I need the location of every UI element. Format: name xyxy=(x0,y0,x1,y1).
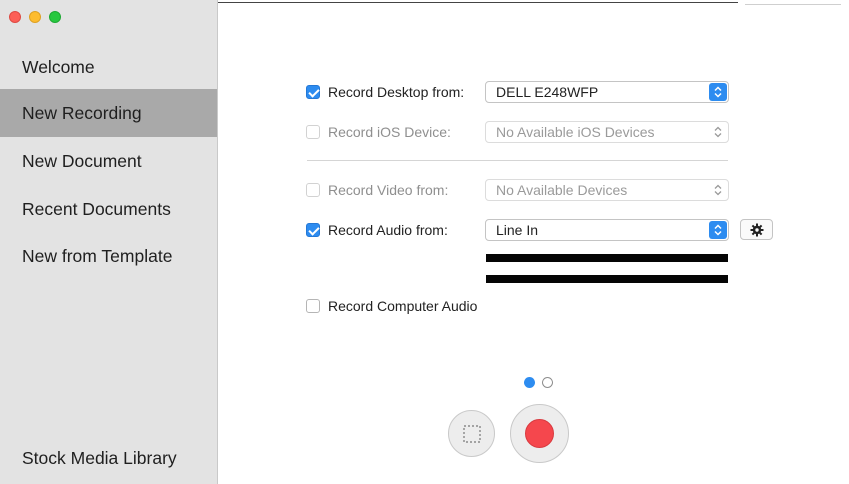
record-ios-value: No Available iOS Devices xyxy=(496,124,655,140)
record-desktop-select[interactable]: DELL E248WFP xyxy=(485,81,729,103)
record-desktop-checkbox[interactable] xyxy=(306,85,320,99)
select-arrows-icon xyxy=(709,181,727,199)
zoom-window-icon[interactable] xyxy=(49,11,61,23)
page-dot-1[interactable] xyxy=(524,377,535,388)
sidebar-item-welcome[interactable]: Welcome xyxy=(0,43,217,91)
record-video-value: No Available Devices xyxy=(496,182,628,198)
select-area-button[interactable] xyxy=(448,410,495,457)
record-ios-select: No Available iOS Devices xyxy=(485,121,729,143)
sidebar-item-new-recording[interactable]: New Recording xyxy=(0,89,217,137)
record-button[interactable] xyxy=(510,404,569,463)
record-audio-checkbox[interactable] xyxy=(306,223,320,237)
selection-area-icon xyxy=(462,424,481,443)
audio-level-meter-right xyxy=(486,275,728,283)
sidebar: Welcome New Recording New Document Recen… xyxy=(0,0,218,484)
record-computer-audio-label: Record Computer Audio xyxy=(328,298,478,314)
page-indicator xyxy=(524,377,553,388)
record-audio-row: Record Audio from: xyxy=(306,219,448,241)
window-controls xyxy=(9,11,61,23)
record-desktop-row: Record Desktop from: xyxy=(306,81,464,103)
record-desktop-value: DELL E248WFP xyxy=(496,84,599,100)
record-video-label: Record Video from: xyxy=(328,182,449,198)
record-icon xyxy=(525,419,554,448)
record-ios-label: Record iOS Device: xyxy=(328,124,451,140)
select-arrows-icon xyxy=(709,83,727,101)
record-computer-audio-row: Record Computer Audio xyxy=(306,295,477,317)
close-window-icon[interactable] xyxy=(9,11,21,23)
sidebar-item-new-from-template[interactable]: New from Template xyxy=(0,232,217,280)
audio-level-meter-left xyxy=(486,254,728,262)
page-dot-2[interactable] xyxy=(542,377,553,388)
record-computer-audio-checkbox[interactable] xyxy=(306,299,320,313)
window-top-edge xyxy=(218,2,738,3)
minimize-window-icon[interactable] xyxy=(29,11,41,23)
sidebar-item-new-document[interactable]: New Document xyxy=(0,137,217,185)
window-top-edge-right xyxy=(745,4,841,5)
record-ios-row: Record iOS Device: xyxy=(306,121,451,143)
record-ios-checkbox xyxy=(306,125,320,139)
record-audio-label: Record Audio from: xyxy=(328,222,448,238)
record-video-row: Record Video from: xyxy=(306,179,448,201)
record-audio-value: Line In xyxy=(496,222,539,238)
sidebar-item-stock-media-library[interactable]: Stock Media Library xyxy=(0,434,217,482)
gear-icon xyxy=(750,223,763,236)
section-divider xyxy=(307,160,728,161)
record-video-select: No Available Devices xyxy=(485,179,729,201)
select-arrows-icon xyxy=(709,221,727,239)
record-desktop-label: Record Desktop from: xyxy=(328,84,465,100)
audio-settings-button[interactable] xyxy=(740,219,773,240)
sidebar-item-recent-documents[interactable]: Recent Documents xyxy=(0,185,217,233)
record-video-checkbox xyxy=(306,183,320,197)
select-arrows-icon xyxy=(709,123,727,141)
record-audio-select[interactable]: Line In xyxy=(485,219,729,241)
